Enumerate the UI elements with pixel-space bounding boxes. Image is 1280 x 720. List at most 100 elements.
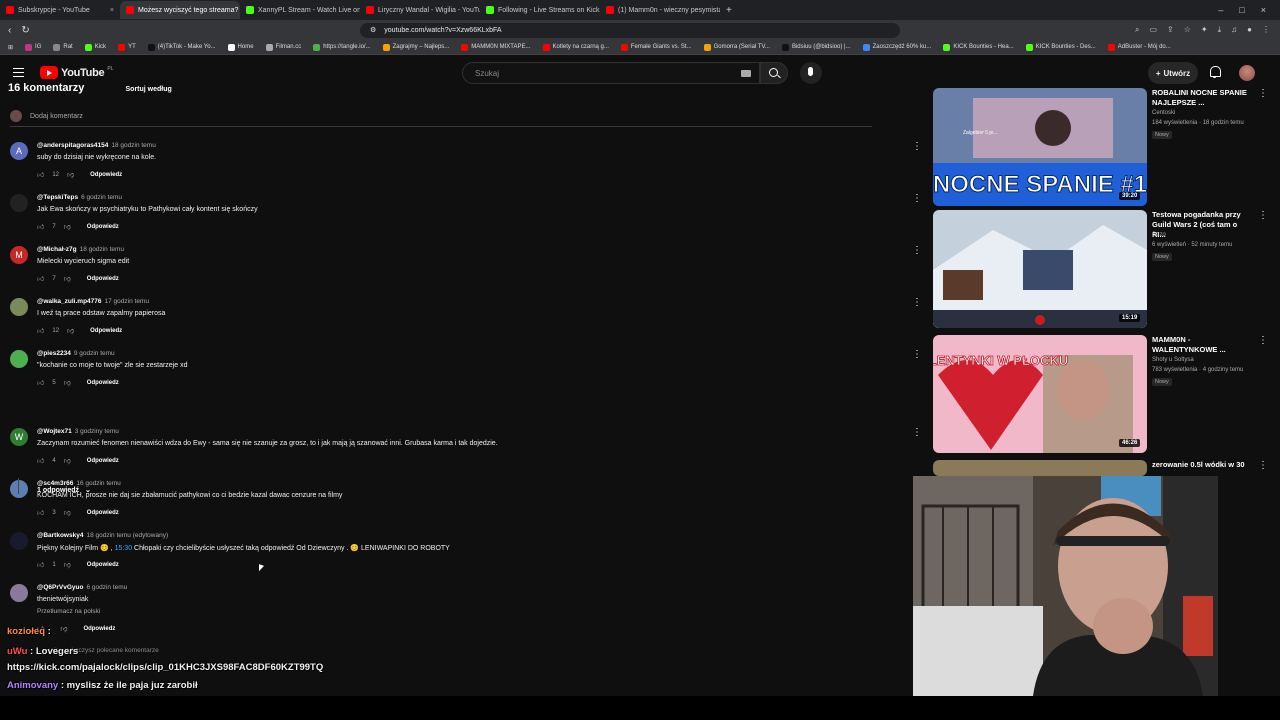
keyboard-icon[interactable] — [741, 70, 751, 77]
create-button[interactable]: + Utwórz — [1148, 62, 1198, 84]
browser-tab[interactable]: Following - Live Streams on Kick× — [480, 1, 600, 19]
comment-author[interactable]: @Bartkowsky4 — [37, 532, 83, 539]
microphone-icon[interactable] — [800, 62, 822, 84]
bookmark-item[interactable]: AdBuster - Mój do... — [1107, 43, 1171, 51]
sort-button[interactable]: Sortuj według — [126, 86, 172, 93]
video-more-icon[interactable]: ⋮ — [1258, 460, 1268, 471]
bookmark-item[interactable]: Zaoszczędź 60% ku... — [862, 43, 931, 51]
comment-avatar[interactable]: A — [10, 142, 28, 160]
browser-tab[interactable]: (1) Mamm0n - wieczny pesymista, ci× — [600, 1, 720, 19]
comment-time[interactable]: 3 godziny temu — [75, 428, 119, 435]
comment-avatar[interactable] — [10, 584, 28, 602]
recommended-video[interactable]: zerowanie 0.5l wódki w 30 ⋮ — [933, 460, 1273, 476]
browser-menu-icon[interactable]: ⋮ — [1262, 25, 1270, 35]
like-icon[interactable]: 👍︎ — [37, 222, 44, 231]
timestamp-link[interactable]: 15:30 — [115, 545, 133, 552]
search-input[interactable]: Szukaj — [462, 62, 760, 84]
chat-username[interactable]: Animovany — [7, 680, 58, 691]
comment-author[interactable]: @Q6PrVvGyuo — [37, 584, 83, 591]
notifications-bell-icon[interactable] — [1209, 66, 1221, 78]
video-thumbnail[interactable]: NOCNE SPANIE #1 Zalgebier 5 je... — [933, 88, 1147, 206]
translate-link[interactable]: Przetłumacz na polski — [37, 608, 100, 615]
bookmark-item[interactable]: Rat — [53, 43, 73, 51]
reload-icon[interactable]: ↻ — [21, 25, 29, 36]
back-icon[interactable]: ‹ — [8, 25, 11, 36]
bookmark-item[interactable]: Female Giants vs. St... — [620, 43, 692, 51]
add-comment-field[interactable]: Dodaj komentarz — [10, 110, 872, 127]
chat-username[interactable]: uWu — [7, 646, 27, 657]
media-icon[interactable]: ♫ — [1231, 25, 1237, 35]
reply-button[interactable]: Odpowiedz — [87, 510, 119, 516]
chat-username[interactable]: koziołeq — [7, 626, 45, 637]
comment-author[interactable]: @anderspitagoras4154 — [37, 142, 108, 149]
zoom-icon[interactable]: ⌕ — [1135, 25, 1139, 35]
comment-more-icon[interactable] — [912, 297, 920, 310]
channel-name[interactable]: Centoski — [1152, 110, 1175, 116]
like-icon[interactable]: 👍︎ — [37, 560, 44, 569]
comment-avatar[interactable]: M — [10, 246, 28, 264]
bookmark-item[interactable]: Kick — [84, 43, 106, 51]
browser-tab[interactable]: Liryczny Wandal - Wigilia - YouTube× — [360, 1, 480, 19]
download-icon[interactable]: ⤓ — [1218, 25, 1222, 35]
comment-author[interactable]: @TepskiTeps — [37, 194, 78, 201]
comment-time[interactable]: 18 godzin temu — [80, 246, 124, 253]
like-icon[interactable]: 👍︎ — [37, 170, 44, 179]
video-more-icon[interactable]: ⋮ — [1258, 210, 1268, 221]
install-icon[interactable]: ▭ — [1149, 25, 1157, 35]
reply-button[interactable]: Odpowiedz — [87, 224, 119, 230]
new-tab-button[interactable]: + — [720, 5, 738, 16]
bookmark-item[interactable]: https://tangle.io/... — [313, 43, 371, 51]
comment-time[interactable]: 6 godzin temu — [86, 584, 127, 591]
video-thumbnail[interactable] — [933, 460, 1147, 476]
comment-time[interactable]: 6 godzin temu — [81, 194, 122, 201]
video-title[interactable]: MAMM0N - WALENTYNKOWE ... — [1152, 335, 1252, 355]
close-window-icon[interactable]: × — [1261, 5, 1266, 15]
bookmark-item[interactable]: Kotlety na czarną g... — [542, 43, 609, 51]
comment-time[interactable]: 9 godzin temu — [74, 350, 115, 357]
close-icon[interactable]: × — [110, 7, 114, 14]
comment-more-icon[interactable] — [912, 427, 920, 440]
bookmark-item[interactable]: Zagrajmy – Najleps... — [382, 43, 449, 51]
comment-more-icon[interactable] — [912, 349, 920, 362]
reply-button[interactable]: Odpowiedz — [87, 562, 119, 568]
browser-tab[interactable]: Subskrypcje - YouTube × — [0, 1, 120, 19]
comment-more-icon[interactable] — [912, 193, 920, 206]
bookmark-item[interactable]: Bidsiuu (@bidsioo) |... — [781, 43, 851, 51]
browser-tab[interactable]: XannyPL Stream - Watch Live on Kick× — [240, 1, 360, 19]
dislike-icon[interactable]: 👎︎ — [67, 326, 74, 335]
profile-icon[interactable]: ● — [1247, 25, 1252, 35]
video-thumbnail[interactable]: WALENTYNKI W PŁOCKU — [933, 335, 1147, 453]
comment-time[interactable]: 18 godzin temu (edytowany) — [86, 532, 168, 539]
like-icon[interactable]: 👍︎ — [37, 326, 44, 335]
bookmark-star-icon[interactable]: ☆ — [1184, 25, 1191, 35]
minimize-icon[interactable]: – — [1218, 5, 1223, 15]
hamburger-menu-icon[interactable] — [13, 68, 24, 77]
comment-time[interactable]: 17 godzin temu — [105, 298, 149, 305]
recommended-video[interactable]: WALENTYNKI W PŁOCKU 46:26 MAMM0N - WALENTY… — [933, 335, 1273, 453]
bookmark-item[interactable]: Filman.cc — [265, 43, 301, 51]
dislike-icon[interactable]: 👎︎ — [64, 560, 71, 569]
video-title[interactable]: zerowanie 0.5l wódki w 30 — [1152, 460, 1252, 470]
site-info-icon[interactable]: ⚙ — [370, 26, 376, 34]
comment-avatar[interactable] — [10, 532, 28, 550]
maximize-icon[interactable]: □ — [1239, 5, 1244, 15]
dislike-icon[interactable]: 👎︎ — [64, 456, 71, 465]
search-button[interactable] — [760, 62, 788, 84]
bookmark-item[interactable]: Gomorra (Serial TV... — [703, 43, 770, 51]
dislike-icon[interactable]: 👎︎ — [64, 378, 71, 387]
bookmark-item[interactable]: Home — [227, 43, 254, 51]
dislike-icon[interactable]: 👎︎ — [64, 222, 71, 231]
comment-avatar[interactable] — [10, 298, 28, 316]
extensions-icon[interactable]: ✦ — [1201, 25, 1208, 35]
bookmark-item[interactable]: KICK Bounties - Hea... — [943, 43, 1014, 51]
comment-avatar[interactable]: W — [10, 428, 28, 446]
account-avatar[interactable] — [1239, 65, 1255, 81]
comment-more-icon[interactable] — [912, 141, 920, 154]
video-thumbnail[interactable] — [933, 210, 1147, 328]
reply-button[interactable]: Odpowiedz — [90, 172, 122, 178]
youtube-logo[interactable]: YouTube PL — [40, 66, 113, 79]
video-more-icon[interactable]: ⋮ — [1258, 88, 1268, 99]
like-icon[interactable]: 👍︎ — [37, 274, 44, 283]
dislike-icon[interactable]: 👎︎ — [64, 508, 71, 517]
reply-button[interactable]: Odpowiedz — [87, 458, 119, 464]
